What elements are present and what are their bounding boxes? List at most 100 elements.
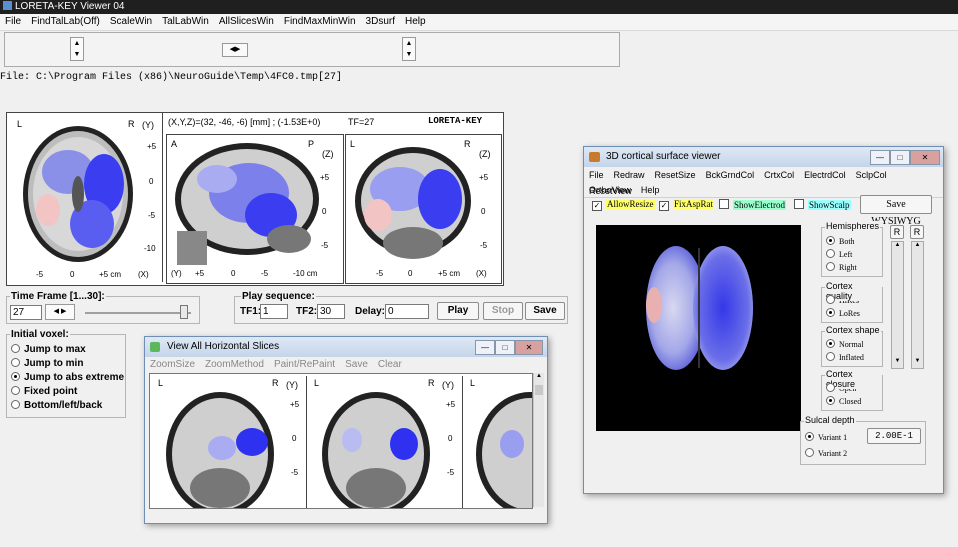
radio-icon[interactable]	[826, 295, 835, 304]
up-arrow-icon[interactable]: ▲	[71, 38, 83, 49]
menu-zoommethod[interactable]: ZoomMethod	[200, 357, 269, 373]
menu-scalewin[interactable]: ScaleWin	[105, 14, 157, 30]
save-button[interactable]: Save	[525, 302, 565, 320]
radio-icon[interactable]	[11, 386, 20, 395]
sulcal-depth-value-button[interactable]: 2.00E-1	[867, 428, 921, 444]
radio-icon[interactable]	[805, 432, 814, 441]
voxel-option-fixed[interactable]: Fixed point	[11, 385, 124, 399]
down-arrow-icon[interactable]: ▼	[71, 49, 83, 60]
fixasprat-check[interactable]: ✓ FixAspRat	[659, 199, 715, 211]
hemisphere-left[interactable]: Left	[826, 248, 882, 261]
radio-icon[interactable]	[826, 249, 835, 258]
checkbox-icon[interactable]: ✓	[659, 201, 669, 211]
menu-help[interactable]: Help	[636, 182, 665, 198]
menu-file[interactable]: File	[0, 14, 26, 30]
scrollbar-thumb[interactable]	[535, 385, 543, 395]
voxel-option-max[interactable]: Jump to max	[11, 343, 124, 357]
minimize-button[interactable]: —	[870, 150, 890, 165]
tf1-input[interactable]: 1	[260, 304, 288, 319]
menu-sclpcol[interactable]: SclpCol	[851, 167, 892, 183]
radio-icon[interactable]	[826, 308, 835, 317]
radio-icon[interactable]	[826, 262, 835, 271]
vertical-spinner-1[interactable]: ▲ ▼	[70, 37, 84, 61]
sagittal-slice[interactable]: A P (Z) +5 0 -5 (Y) +5 0 -5 -10 cm	[166, 134, 344, 284]
coronal-slice[interactable]: L R (Z) +5 0 -5 -5 0 +5 cm (X)	[345, 134, 502, 284]
time-frame-slider-thumb[interactable]	[180, 305, 188, 319]
save-wysiwyg-button[interactable]: Save WYSIWYG	[860, 195, 932, 227]
up-arrow-icon[interactable]: ▲	[912, 242, 923, 252]
horizontal-slice-2[interactable]: L R (Y) +5 0 -5	[310, 376, 463, 508]
down-arrow-icon[interactable]: ▼	[892, 358, 903, 368]
shape-inflated[interactable]: Inflated	[826, 351, 882, 364]
close-button[interactable]: ✕	[910, 150, 940, 165]
radio-icon[interactable]	[826, 339, 835, 348]
hemisphere-both[interactable]: Both	[826, 235, 882, 248]
radio-icon[interactable]	[805, 448, 814, 457]
down-arrow-icon[interactable]: ▼	[912, 358, 923, 368]
r-button-2[interactable]: R	[910, 225, 924, 239]
axial-slice[interactable]: L R (Y) +5 0 -5 -10 -5 0 +5 cm (X)	[12, 112, 163, 282]
close-button[interactable]: ✕	[515, 340, 543, 355]
menu-orthoview[interactable]: OrthoView	[584, 182, 636, 198]
checkbox-icon[interactable]	[794, 199, 804, 209]
menu-findtallab[interactable]: FindTalLab(Off)	[26, 14, 105, 30]
left-arrow-icon[interactable]: ◀	[54, 308, 59, 315]
voxel-option-min[interactable]: Jump to min	[11, 357, 124, 371]
showscalp-check[interactable]: ShowScalp	[794, 199, 851, 210]
menu-save[interactable]: Save	[340, 357, 373, 373]
radio-icon[interactable]	[826, 352, 835, 361]
menu-paint-repaint[interactable]: Paint/RePaint	[269, 357, 340, 373]
time-frame-spinner[interactable]: ◀ ▶	[45, 304, 75, 320]
horizontal-spinner[interactable]: ◀▶	[222, 43, 248, 57]
cortex-3d-view[interactable]	[596, 225, 801, 431]
time-frame-input[interactable]: 27	[10, 305, 42, 320]
minimize-button[interactable]: —	[475, 340, 495, 355]
rotation-scrollbar-2[interactable]: ▲ ▼	[911, 241, 924, 369]
horizontal-window-scrollbar[interactable]: ▲	[533, 373, 544, 507]
showelectrod-check[interactable]: ShowElectrod	[719, 199, 786, 210]
quality-lores[interactable]: LoRes	[826, 307, 882, 320]
right-arrow-icon[interactable]: ▶	[61, 308, 66, 315]
tf2-input[interactable]: 30	[317, 304, 345, 319]
menu-crtxcol[interactable]: CrtxCol	[759, 167, 799, 183]
horizontal-slices-canvas[interactable]: L R (Y) +5 0 -5 L R (Y) +5 0 -5 L	[149, 373, 533, 509]
closure-closed[interactable]: Closed	[826, 395, 882, 408]
delay-input[interactable]: 0	[385, 304, 429, 319]
play-button[interactable]: Play	[437, 302, 479, 320]
menu-zoomsize[interactable]: ZoomSize	[145, 357, 200, 373]
menu-electrdcol[interactable]: ElectrdCol	[799, 167, 851, 183]
horizontal-slice-3[interactable]: L	[466, 376, 532, 508]
voxel-option-bottom[interactable]: Bottom/left/back	[11, 399, 124, 413]
radio-icon[interactable]	[826, 236, 835, 245]
rotation-scrollbar-1[interactable]: ▲ ▼	[891, 241, 904, 369]
up-arrow-icon[interactable]: ▲	[403, 38, 415, 49]
menu-bckgrndcol[interactable]: BckGrndCol	[701, 167, 760, 183]
up-arrow-icon[interactable]: ▲	[534, 373, 544, 383]
checkbox-icon[interactable]	[719, 199, 729, 209]
shape-normal[interactable]: Normal	[826, 338, 882, 351]
menu-help[interactable]: Help	[400, 14, 431, 30]
menu-file[interactable]: File	[584, 167, 609, 183]
checkbox-icon[interactable]: ✓	[592, 201, 602, 211]
down-arrow-icon[interactable]: ▼	[403, 49, 415, 60]
vertical-spinner-2[interactable]: ▲ ▼	[402, 37, 416, 61]
up-arrow-icon[interactable]: ▲	[892, 242, 903, 252]
maximize-button[interactable]: □	[495, 340, 515, 355]
radio-icon[interactable]	[826, 383, 835, 392]
menu-resetsize[interactable]: ResetSize	[650, 167, 701, 183]
right-arrow-icon[interactable]: ▶	[235, 46, 240, 53]
menu-3dsurf[interactable]: 3Dsurf	[361, 14, 400, 30]
horizontal-slice-1[interactable]: L R (Y) +5 0 -5	[154, 376, 307, 508]
time-frame-slider-track[interactable]	[85, 312, 191, 314]
r-button-1[interactable]: R	[890, 225, 904, 239]
allowresize-check[interactable]: ✓ AllowResize	[592, 199, 655, 211]
radio-icon[interactable]	[11, 358, 20, 367]
voxel-option-abs-extreme[interactable]: Jump to abs extreme	[11, 371, 124, 385]
radio-icon[interactable]	[11, 400, 20, 409]
radio-icon[interactable]	[11, 372, 20, 381]
sulcal-variant-2[interactable]: Variant 2	[805, 446, 925, 462]
menu-redraw[interactable]: Redraw	[609, 167, 650, 183]
menu-allsliceswin[interactable]: AllSlicesWin	[214, 14, 279, 30]
menu-findmaxminwin[interactable]: FindMaxMinWin	[279, 14, 361, 30]
menu-clear[interactable]: Clear	[373, 357, 407, 373]
